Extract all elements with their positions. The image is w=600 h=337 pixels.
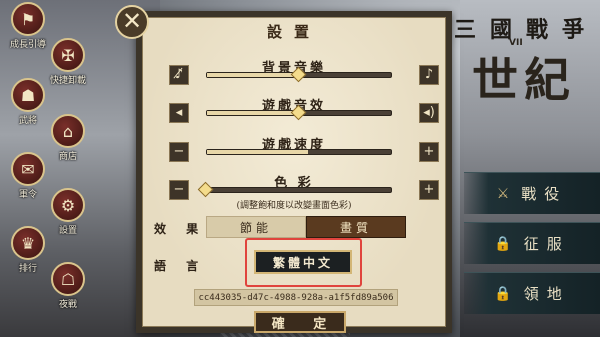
device-id: cc443035-d47c-4988-928a-a1f5fd89a506 bbox=[194, 289, 398, 306]
conquest-label: 征服 bbox=[523, 235, 570, 253]
speed-slider[interactable] bbox=[206, 149, 392, 155]
helmet-icon: ☖ bbox=[51, 262, 85, 296]
speaker-high-icon: ◂) bbox=[423, 105, 435, 120]
campaign-label: 戰役 bbox=[521, 185, 568, 203]
effect-option-quality[interactable]: 畫質 bbox=[306, 216, 406, 238]
plus-icon: + bbox=[423, 182, 435, 197]
confirm-button[interactable]: 確 定 bbox=[254, 311, 346, 333]
sword-icon: ⚔ bbox=[496, 185, 518, 202]
language-label: 語 言 bbox=[154, 259, 207, 273]
side-menu-label: 夜戰 bbox=[58, 300, 77, 310]
minus-icon: − bbox=[173, 144, 185, 159]
conquest-button[interactable]: 🔒 征服 bbox=[464, 222, 600, 264]
sfx-mute-button[interactable]: ◂ bbox=[169, 103, 189, 123]
speed-plus-button[interactable]: + bbox=[419, 142, 439, 162]
dialog-title: 設置 bbox=[266, 23, 321, 41]
close-button[interactable]: ✕ bbox=[115, 5, 149, 39]
music-off-icon: ♪̸ bbox=[174, 67, 184, 82]
music-note-icon: ♪ bbox=[424, 67, 434, 82]
banner-icon: ⚑ bbox=[11, 2, 45, 36]
speaker-low-icon: ◂ bbox=[175, 105, 183, 120]
minus-icon: − bbox=[173, 182, 185, 197]
color-plus-button[interactable]: + bbox=[419, 180, 439, 200]
tools-icon: ✠ bbox=[51, 38, 85, 72]
plus-icon: + bbox=[423, 144, 435, 159]
speed-slider-fill bbox=[207, 150, 309, 154]
music-on-button[interactable]: ♪ bbox=[419, 65, 439, 85]
sfx-slider-fill bbox=[207, 111, 299, 115]
campaign-button[interactable]: ⚔ 戰役 bbox=[464, 172, 600, 214]
side-menu-item-night[interactable]: ☖ 夜戰 bbox=[44, 262, 92, 320]
game-title-big: 世紀 bbox=[472, 53, 576, 107]
letter-icon: ✉ bbox=[11, 152, 45, 186]
effect-label: 效 果 bbox=[154, 222, 207, 236]
speed-minus-button[interactable]: − bbox=[169, 142, 189, 162]
sfx-loud-button[interactable]: ◂) bbox=[419, 103, 439, 123]
gear-icon: ⚙ bbox=[51, 188, 85, 222]
color-hint: (調整飽和度以改變畫面色彩) bbox=[236, 201, 352, 211]
color-minus-button[interactable]: − bbox=[169, 180, 189, 200]
close-icon: ✕ bbox=[121, 7, 143, 35]
game-title-small: 三國戰爭 bbox=[454, 17, 599, 43]
settings-dialog: 設置 背景音樂 ♪̸ ♪ 遊戲音效 ◂ ◂) 遊戲速度 − + 色 彩 − + … bbox=[136, 11, 452, 333]
effect-option-saving[interactable]: 節能 bbox=[206, 216, 306, 238]
general-icon: ☗ bbox=[11, 78, 45, 112]
territory-button[interactable]: 🔒 領地 bbox=[464, 272, 600, 314]
music-slider-fill bbox=[207, 73, 299, 77]
territory-label: 領地 bbox=[523, 285, 570, 303]
lock-icon: 🔒 bbox=[494, 285, 520, 302]
language-select-button[interactable]: 繁體中文 bbox=[254, 250, 352, 274]
lock-icon: 🔒 bbox=[494, 235, 520, 252]
music-mute-button[interactable]: ♪̸ bbox=[169, 65, 189, 85]
shop-icon: ⌂ bbox=[51, 114, 85, 148]
crown-icon: ♛ bbox=[11, 226, 45, 260]
color-slider[interactable] bbox=[206, 187, 392, 193]
